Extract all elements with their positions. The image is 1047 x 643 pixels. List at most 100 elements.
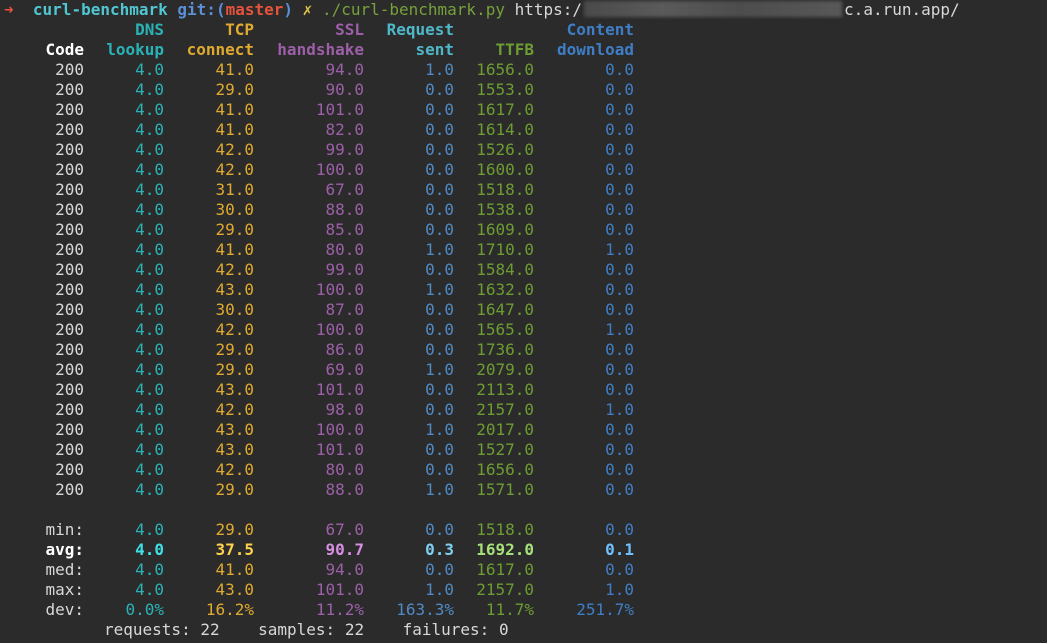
- stat-tcp: 41.0: [215, 560, 254, 579]
- header-content-top: Content: [566, 20, 634, 39]
- cell-ssl: 80.0: [325, 240, 364, 259]
- header-request-top: Request: [386, 20, 454, 39]
- cell-ssl: 69.0: [325, 360, 364, 379]
- cell-ssl: 94.0: [325, 60, 364, 79]
- table-row: 200 4.0 42.0 100.0 0.0 1565.0 1.0: [0, 320, 640, 340]
- cell-code: 200: [55, 460, 84, 479]
- stat-dns: 4.0: [135, 540, 164, 559]
- cell-ssl: 101.0: [315, 100, 364, 119]
- table-row: 200 4.0 30.0 87.0 0.0 1647.0 0.0: [0, 300, 640, 320]
- cell-dns: 4.0: [135, 220, 164, 239]
- cell-ttfb: 1526.0: [476, 140, 534, 159]
- table-row: 200 4.0 41.0 101.0 0.0 1617.0 0.0: [0, 100, 640, 120]
- stat-code: med:: [45, 560, 84, 579]
- cell-request: 0.0: [425, 120, 454, 139]
- table-row: 200 4.0 42.0 99.0 0.0 1584.0 0.0: [0, 260, 640, 280]
- cell-request: 0.0: [425, 440, 454, 459]
- cell-content: 1.0: [605, 400, 634, 419]
- table-row: 200 4.0 42.0 99.0 0.0 1526.0 0.0: [0, 140, 640, 160]
- cell-code: 200: [55, 220, 84, 239]
- cell-dns: 4.0: [135, 380, 164, 399]
- cell-content: 1.0: [605, 240, 634, 259]
- cell-ttfb: 1565.0: [476, 320, 534, 339]
- stat-content: 1.0: [605, 580, 634, 599]
- cell-ttfb: 2157.0: [476, 400, 534, 419]
- cell-request: 0.0: [425, 320, 454, 339]
- stat-request: 0.0: [425, 520, 454, 539]
- cell-dns: 4.0: [135, 480, 164, 499]
- stat-content: 0.0: [605, 560, 634, 579]
- stat-tcp: 43.0: [215, 580, 254, 599]
- cell-tcp: 29.0: [215, 80, 254, 99]
- cell-ttfb: 1518.0: [476, 180, 534, 199]
- cell-ssl: 90.0: [325, 80, 364, 99]
- table-row: 200 4.0 43.0 100.0 1.0 1632.0 0.0: [0, 280, 640, 300]
- cell-tcp: 42.0: [215, 160, 254, 179]
- cell-code: 200: [55, 180, 84, 199]
- cell-request: 0.0: [425, 300, 454, 319]
- table-row: 200 4.0 42.0 100.0 0.0 1600.0 0.0: [0, 160, 640, 180]
- cell-ttfb: 1736.0: [476, 340, 534, 359]
- table-row: 200 4.0 31.0 67.0 0.0 1518.0 0.0: [0, 180, 640, 200]
- cell-tcp: 29.0: [215, 340, 254, 359]
- cell-ssl: 99.0: [325, 140, 364, 159]
- cell-ssl: 100.0: [315, 320, 364, 339]
- cell-ssl: 101.0: [315, 380, 364, 399]
- header-ttfb-top: [454, 20, 534, 40]
- cell-ttfb: 1609.0: [476, 220, 534, 239]
- cell-ttfb: 1656.0: [476, 460, 534, 479]
- cell-tcp: 29.0: [215, 480, 254, 499]
- stats-row-dev: dev: 0.0% 16.2% 11.2% 163.3% 11.7% 251.7%: [0, 600, 640, 620]
- cell-tcp: 42.0: [215, 260, 254, 279]
- table-row: 200 4.0 42.0 98.0 0.0 2157.0 1.0: [0, 400, 640, 420]
- cell-code: 200: [55, 360, 84, 379]
- cell-dns: 4.0: [135, 400, 164, 419]
- stat-request: 1.0: [425, 580, 454, 599]
- cell-code: 200: [55, 280, 84, 299]
- cell-code: 200: [55, 140, 84, 159]
- table-row: 200 4.0 41.0 82.0 0.0 1614.0 0.0: [0, 120, 640, 140]
- stat-code: avg:: [45, 540, 84, 559]
- cell-ttfb: 1584.0: [476, 260, 534, 279]
- cell-content: 0.0: [605, 140, 634, 159]
- cell-code: 200: [55, 60, 84, 79]
- cell-code: 200: [55, 440, 84, 459]
- stat-ttfb: 1617.0: [476, 560, 534, 579]
- prompt-arrow-icon: ➜: [4, 0, 14, 19]
- cell-request: 0.0: [425, 80, 454, 99]
- stat-code: min:: [45, 520, 84, 539]
- cell-request: 1.0: [425, 480, 454, 499]
- cell-tcp: 43.0: [215, 280, 254, 299]
- stat-content: 0.0: [605, 520, 634, 539]
- cell-content: 0.0: [605, 440, 634, 459]
- table-row: 200 4.0 29.0 69.0 1.0 2079.0 0.0: [0, 360, 640, 380]
- cell-request: 0.0: [425, 340, 454, 359]
- terminal-window[interactable]: ➜ curl-benchmark git:(master) ✗ ./curl-b…: [0, 0, 1047, 643]
- stats-row-med: med: 4.0 41.0 94.0 0.0 1617.0 0.0: [0, 560, 640, 580]
- header-dns-top: DNS: [135, 20, 164, 39]
- cell-ttfb: 1647.0: [476, 300, 534, 319]
- cell-code: 200: [55, 300, 84, 319]
- cell-dns: 4.0: [135, 320, 164, 339]
- cell-tcp: 42.0: [215, 400, 254, 419]
- cell-content: 0.0: [605, 100, 634, 119]
- prompt-git-label: git:(: [177, 0, 226, 19]
- cell-ssl: 82.0: [325, 120, 364, 139]
- cell-ssl: 85.0: [325, 220, 364, 239]
- stat-request: 0.0: [425, 560, 454, 579]
- cell-tcp: 42.0: [215, 460, 254, 479]
- cell-content: 0.0: [605, 60, 634, 79]
- table-row: 200 4.0 41.0 94.0 1.0 1656.0 0.0: [0, 60, 640, 80]
- cell-tcp: 43.0: [215, 420, 254, 439]
- cell-content: 0.0: [605, 420, 634, 439]
- cell-ssl: 67.0: [325, 180, 364, 199]
- cell-ttfb: 1571.0: [476, 480, 534, 499]
- redacted-url-segment: [584, 1, 843, 17]
- cell-code: 200: [55, 420, 84, 439]
- stat-ssl: 101.0: [315, 580, 364, 599]
- stats-row-avg: avg: 4.0 37.5 90.7 0.3 1692.0 0.1: [0, 540, 640, 560]
- stats-row-min: min: 4.0 29.0 67.0 0.0 1518.0 0.0: [0, 520, 640, 540]
- table-row: 200 4.0 29.0 86.0 0.0 1736.0 0.0: [0, 340, 640, 360]
- cell-code: 200: [55, 240, 84, 259]
- cell-content: 0.0: [605, 220, 634, 239]
